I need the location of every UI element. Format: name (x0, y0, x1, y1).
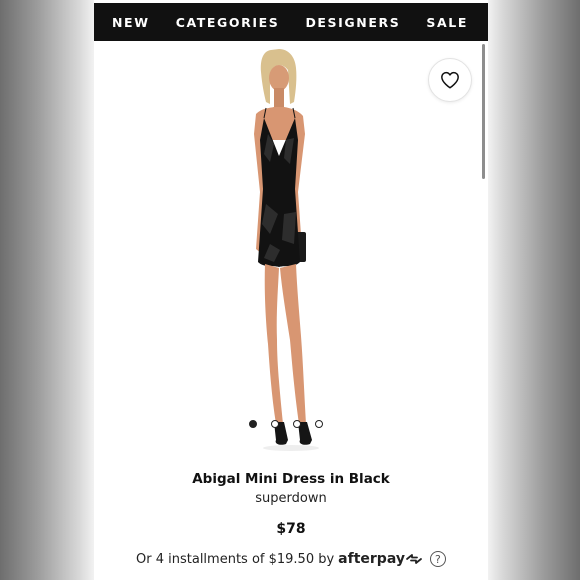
nav-new[interactable]: NEW (112, 15, 150, 30)
pagination-dot-2[interactable] (271, 420, 279, 428)
pagination-dot-4[interactable] (315, 420, 323, 428)
pagination-dot-1[interactable] (249, 420, 257, 428)
product-title: Abigal Mini Dress in Black (192, 471, 390, 487)
nav-categories[interactable]: CATEGORIES (176, 15, 280, 30)
product-price: $78 (276, 521, 306, 537)
product-image[interactable] (204, 44, 354, 464)
installments-row: Or 4 installments of $19.50 by afterpay … (94, 551, 488, 567)
info-symbol: ? (435, 552, 441, 566)
photo-frame-left (0, 0, 94, 580)
product-brand[interactable]: superdown (94, 491, 488, 506)
afterpay-arrows-icon (406, 554, 422, 564)
favorite-button[interactable] (428, 58, 472, 102)
nav-designers[interactable]: DESIGNERS (305, 15, 400, 30)
heart-icon (441, 71, 459, 89)
afterpay-logo: afterpay (338, 551, 423, 567)
app-screen: NEW CATEGORIES DESIGNERS SALE Abigal Min… (94, 0, 488, 580)
nav-sale[interactable]: SALE (426, 15, 468, 30)
top-navigation: NEW CATEGORIES DESIGNERS SALE (94, 3, 488, 41)
scrollbar[interactable] (482, 44, 485, 179)
photo-frame-right (488, 0, 580, 580)
afterpay-wordmark: afterpay (338, 551, 405, 567)
image-pagination (249, 420, 323, 428)
installments-text: Or 4 installments of $19.50 by (136, 551, 335, 567)
info-circle-icon[interactable]: ? (429, 551, 446, 567)
pagination-dot-3[interactable] (293, 420, 301, 428)
